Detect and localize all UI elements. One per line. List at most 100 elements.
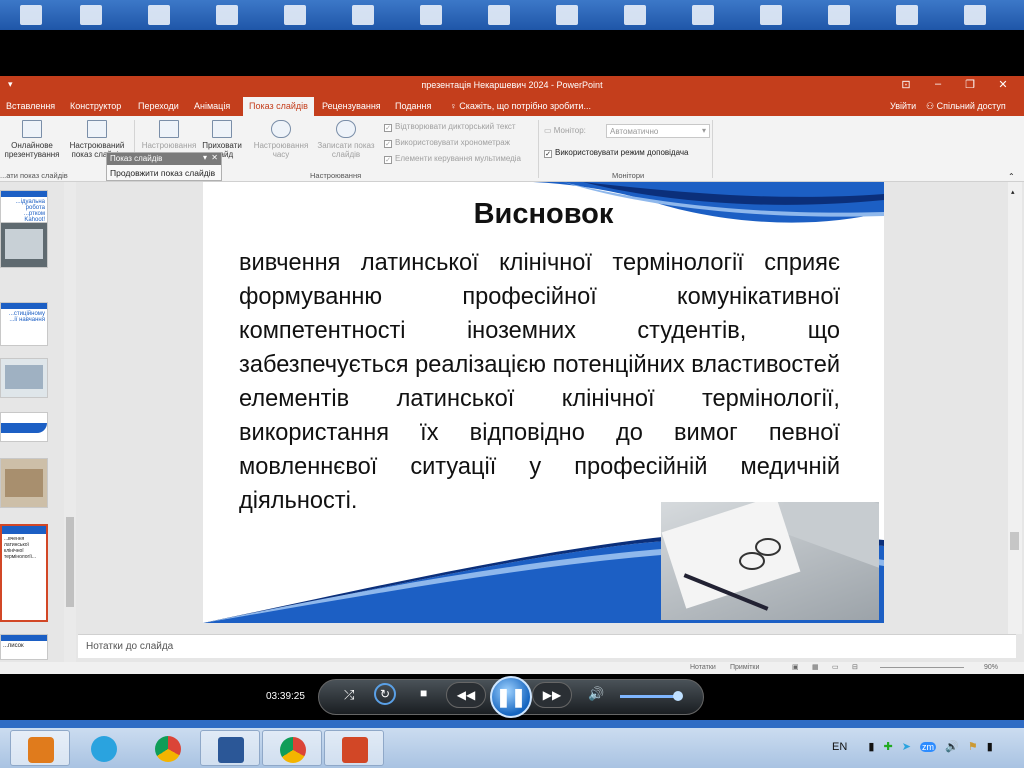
timings-label: Використовувати хронометраж	[395, 138, 511, 147]
slide-thumbnail[interactable]: ...писок	[0, 634, 48, 660]
monitor-select-value: Автоматично	[610, 127, 659, 136]
slide-body-text[interactable]: вивчення латинської клінічної термінолог…	[239, 246, 840, 518]
volume-knob[interactable]	[673, 691, 683, 701]
usb-icon[interactable]: ▮	[868, 741, 874, 753]
desktop-icon[interactable]	[896, 5, 918, 25]
chevron-down-icon[interactable]: ▾	[203, 153, 207, 162]
restore-icon[interactable]: ❐	[960, 78, 980, 91]
tell-me-box[interactable]: ♀ Скажіть, що потрібно зробити...	[450, 101, 591, 111]
presenter-view-label: Використовувати режим доповідача	[555, 148, 689, 157]
close-icon[interactable]: ✕	[993, 78, 1013, 91]
media-controls-checkbox[interactable]: ✓ Елементи керування мультимедіа	[384, 154, 521, 164]
desktop-icon[interactable]	[692, 5, 714, 25]
shuffle-icon[interactable]: ⤮	[344, 687, 354, 703]
zoom-level[interactable]: 90%	[984, 664, 998, 671]
taskbar-powerpoint[interactable]	[324, 730, 384, 766]
group-monitors-label: Монітори	[612, 171, 645, 180]
repeat-icon[interactable]: ↻	[374, 683, 396, 705]
thumbnails-scrollbar[interactable]	[64, 182, 76, 662]
resume-slideshow-item[interactable]: Продовжити показ слайдів	[107, 165, 221, 181]
slide-thumbnail[interactable]	[0, 222, 48, 268]
language-indicator[interactable]: EN	[832, 741, 847, 753]
word-icon	[218, 737, 244, 763]
minimize-icon[interactable]: –	[928, 78, 948, 90]
desktop-icon[interactable]	[80, 5, 102, 25]
media-player-icon	[28, 737, 54, 763]
tab-slide-show[interactable]: Показ слайдів	[243, 97, 314, 116]
tab-transitions[interactable]: Переходи	[138, 101, 179, 111]
slideshow-view-icon[interactable]: ⊟	[852, 663, 858, 671]
sorter-view-icon[interactable]: ▦	[812, 663, 819, 671]
taskbar-word[interactable]	[200, 730, 260, 766]
scrollbar-thumb[interactable]	[1010, 532, 1019, 550]
close-icon[interactable]: ✕	[211, 153, 218, 162]
rehearse-timings-button[interactable]: Настроювання часу	[250, 120, 312, 159]
network-icon[interactable]: ▮	[987, 741, 993, 753]
monitor-select[interactable]: Автоматично ▾	[606, 124, 710, 138]
share-button[interactable]: ⚇ Спільний доступ	[926, 101, 1006, 112]
glasses-photo[interactable]	[661, 502, 879, 620]
desktop-icon[interactable]	[148, 5, 170, 25]
previous-icon[interactable]: ◀◀	[446, 682, 486, 708]
timings-checkbox[interactable]: ✓ Використовувати хронометраж	[384, 138, 510, 148]
tab-design[interactable]: Конструктор	[70, 101, 121, 111]
playback-time: 03:39:25	[266, 691, 305, 702]
zoom-icon[interactable]: zm	[920, 742, 937, 752]
desktop-icon[interactable]	[556, 5, 578, 25]
taskbar-chrome[interactable]	[138, 730, 198, 766]
desktop-icon[interactable]	[20, 5, 42, 25]
stop-icon[interactable]: ■	[420, 686, 427, 700]
volume-tray-icon[interactable]: 🔊	[945, 741, 959, 753]
comments-toggle[interactable]: Примітки	[730, 664, 759, 671]
online-presentation-button[interactable]: Онлайнове презентування	[2, 120, 62, 159]
narration-checkbox[interactable]: ✓ Відтворювати дикторський текст	[384, 122, 516, 132]
desktop-icon[interactable]	[760, 5, 782, 25]
taskbar-telegram[interactable]	[74, 730, 134, 766]
add-icon[interactable]: ✚	[883, 741, 892, 753]
scroll-up-icon[interactable]: ▴	[1011, 188, 1015, 196]
tab-view[interactable]: Подання	[395, 101, 431, 111]
telegram-tray-icon[interactable]: ➤	[902, 741, 911, 753]
tab-insert[interactable]: Вставлення	[6, 101, 55, 111]
desktop-icon[interactable]	[624, 5, 646, 25]
next-icon[interactable]: ▶▶	[532, 682, 572, 708]
slide-thumbnail-active[interactable]: ...вчення латинської клінічної терміноло…	[0, 524, 48, 622]
volume-slider[interactable]	[620, 695, 678, 698]
taskbar-chrome-profile[interactable]	[262, 730, 322, 766]
monitor-icon: ▭	[544, 126, 554, 135]
desktop-icon[interactable]	[420, 5, 442, 25]
taskbar-media-player[interactable]	[10, 730, 70, 766]
scrollbar-thumb[interactable]	[66, 517, 74, 607]
desktop-icon[interactable]	[352, 5, 374, 25]
desktop-icon[interactable]	[216, 5, 238, 25]
slide-thumbnail[interactable]	[0, 358, 48, 398]
title-bar: ▾ презентація Некаршевич 2024 - PowerPoi…	[0, 76, 1024, 96]
action-center-icon[interactable]: ⚑	[968, 741, 978, 753]
pause-icon[interactable]: ❚❚	[490, 676, 532, 718]
normal-view-icon[interactable]: ▣	[792, 663, 799, 671]
signin-link[interactable]: Увійти	[890, 101, 916, 111]
desktop-icon[interactable]	[828, 5, 850, 25]
reading-view-icon[interactable]: ▭	[832, 663, 839, 671]
ribbon-display-icon[interactable]: ⊡	[896, 78, 916, 91]
tab-review[interactable]: Рецензування	[322, 101, 381, 111]
slide-thumbnail[interactable]	[0, 412, 48, 442]
zoom-slider[interactable]	[880, 667, 964, 668]
desktop-icon[interactable]	[284, 5, 306, 25]
record-show-button[interactable]: Записати показ слайдів	[314, 120, 378, 159]
record-label: Записати показ слайдів	[317, 141, 375, 159]
desktop-icon[interactable]	[488, 5, 510, 25]
desktop-icon[interactable]	[964, 5, 986, 25]
slide-title[interactable]: Висновок	[203, 198, 884, 231]
notes-pane[interactable]: Нотатки до слайда	[78, 634, 1016, 658]
slide-vertical-scrollbar[interactable]: ▴	[1008, 182, 1022, 634]
notes-toggle[interactable]: Нотатки	[690, 664, 716, 671]
slide-thumbnail[interactable]: ...стиційному ...ії навчання	[0, 302, 48, 346]
slide-canvas[interactable]: Висновок вивчення латинської клінічної т…	[203, 182, 884, 623]
collapse-ribbon-icon[interactable]: ⌃	[1008, 172, 1015, 181]
tab-animations[interactable]: Анімація	[194, 101, 230, 111]
slide-thumbnail[interactable]	[0, 458, 48, 508]
volume-icon[interactable]: 🔊	[588, 686, 604, 702]
presenter-view-checkbox[interactable]: ✓ Використовувати режим доповідача	[544, 148, 688, 158]
popup-header[interactable]: Показ слайдів ▾ ✕	[107, 153, 221, 165]
